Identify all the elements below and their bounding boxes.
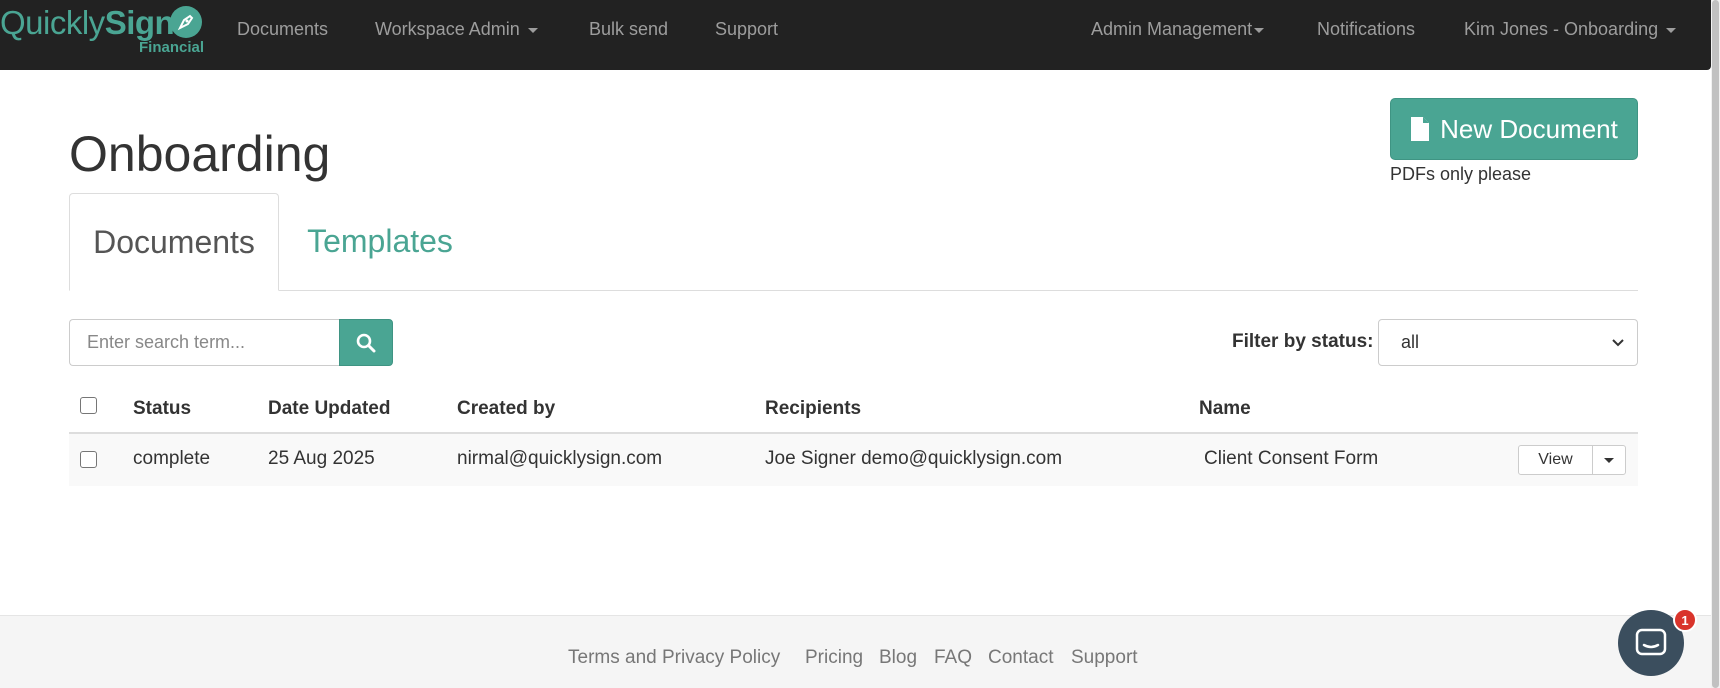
chat-icon	[1635, 628, 1667, 656]
caret-down-icon	[1604, 457, 1614, 463]
column-header-name[interactable]: Name	[1199, 398, 1251, 420]
row-document-name: Client Consent Form	[1204, 448, 1379, 469]
row-checkbox[interactable]	[80, 451, 97, 468]
footer-faq-link[interactable]: FAQ	[934, 647, 972, 669]
chat-notification-badge: 1	[1673, 608, 1697, 632]
new-document-label: New Document	[1440, 113, 1618, 144]
row-recipients: Joe Signer demo@quicklysign.com	[765, 448, 1063, 469]
nav-workspace-admin-label: Workspace Admin	[375, 19, 520, 39]
chevron-down-icon	[1612, 339, 1624, 347]
footer-blog-link[interactable]: Blog	[879, 647, 917, 669]
scrollbar-thumb[interactable]	[1712, 0, 1719, 688]
page-scrollbar[interactable]	[1711, 0, 1720, 688]
nav-notifications[interactable]: Notifications	[1317, 19, 1415, 40]
new-document-button[interactable]: New Document	[1390, 98, 1638, 160]
nav-support[interactable]: Support	[715, 19, 778, 40]
caret-down-icon	[1666, 27, 1677, 33]
column-header-recipients[interactable]: Recipients	[765, 398, 861, 420]
tab-templates[interactable]: Templates	[280, 193, 480, 290]
column-header-date-updated[interactable]: Date Updated	[268, 398, 390, 420]
nav-bulk-send[interactable]: Bulk send	[589, 19, 668, 40]
nav-admin-management-label: Admin Management	[1091, 19, 1253, 39]
caret-down-icon	[1254, 27, 1265, 33]
brand-name: QuicklySign	[0, 4, 175, 41]
footer-terms-link[interactable]: Terms and Privacy Policy	[568, 647, 780, 669]
search-icon	[356, 333, 376, 352]
file-icon	[1411, 117, 1430, 141]
row-actions-dropdown[interactable]	[1592, 445, 1626, 475]
footer-contact-link[interactable]: Contact	[988, 647, 1053, 669]
row-date-updated: 25 Aug 2025	[268, 448, 375, 469]
row-created-by: nirmal@quicklysign.com	[457, 448, 663, 469]
tab-documents[interactable]: Documents	[69, 193, 279, 291]
footer-pricing-link[interactable]: Pricing	[805, 647, 863, 669]
column-header-status[interactable]: Status	[133, 398, 191, 420]
brand-subtitle: Financial	[139, 39, 205, 56]
footer-support-link[interactable]: Support	[1071, 647, 1138, 669]
filter-status-value: all	[1401, 332, 1420, 352]
nav-documents[interactable]: Documents	[237, 19, 328, 40]
nav-workspace-admin[interactable]: Workspace Admin	[375, 19, 538, 40]
tabs-divider	[69, 290, 1638, 291]
view-button[interactable]: View	[1518, 445, 1593, 475]
top-navbar: QuicklySign Financial Documents Workspac…	[0, 0, 1711, 70]
pdf-note: PDFs only please	[1390, 164, 1532, 184]
search-button[interactable]	[339, 319, 393, 366]
filter-status-select[interactable]: all	[1378, 319, 1638, 366]
filter-status-label: Filter by status:	[1232, 331, 1374, 352]
search-input[interactable]	[69, 319, 340, 366]
brand-logo[interactable]: QuicklySign Financial	[0, 2, 210, 62]
pen-nib-icon	[170, 6, 202, 38]
nav-user-menu[interactable]: Kim Jones - Onboarding	[1464, 19, 1677, 40]
caret-down-icon	[527, 27, 538, 33]
column-header-created-by[interactable]: Created by	[457, 398, 555, 420]
page-title: Onboarding	[69, 126, 331, 182]
nav-user-label: Kim Jones - Onboarding	[1464, 19, 1659, 39]
select-all-checkbox[interactable]	[80, 397, 97, 414]
row-status: complete	[133, 448, 211, 469]
nav-admin-management[interactable]: Admin Management	[1091, 19, 1265, 40]
